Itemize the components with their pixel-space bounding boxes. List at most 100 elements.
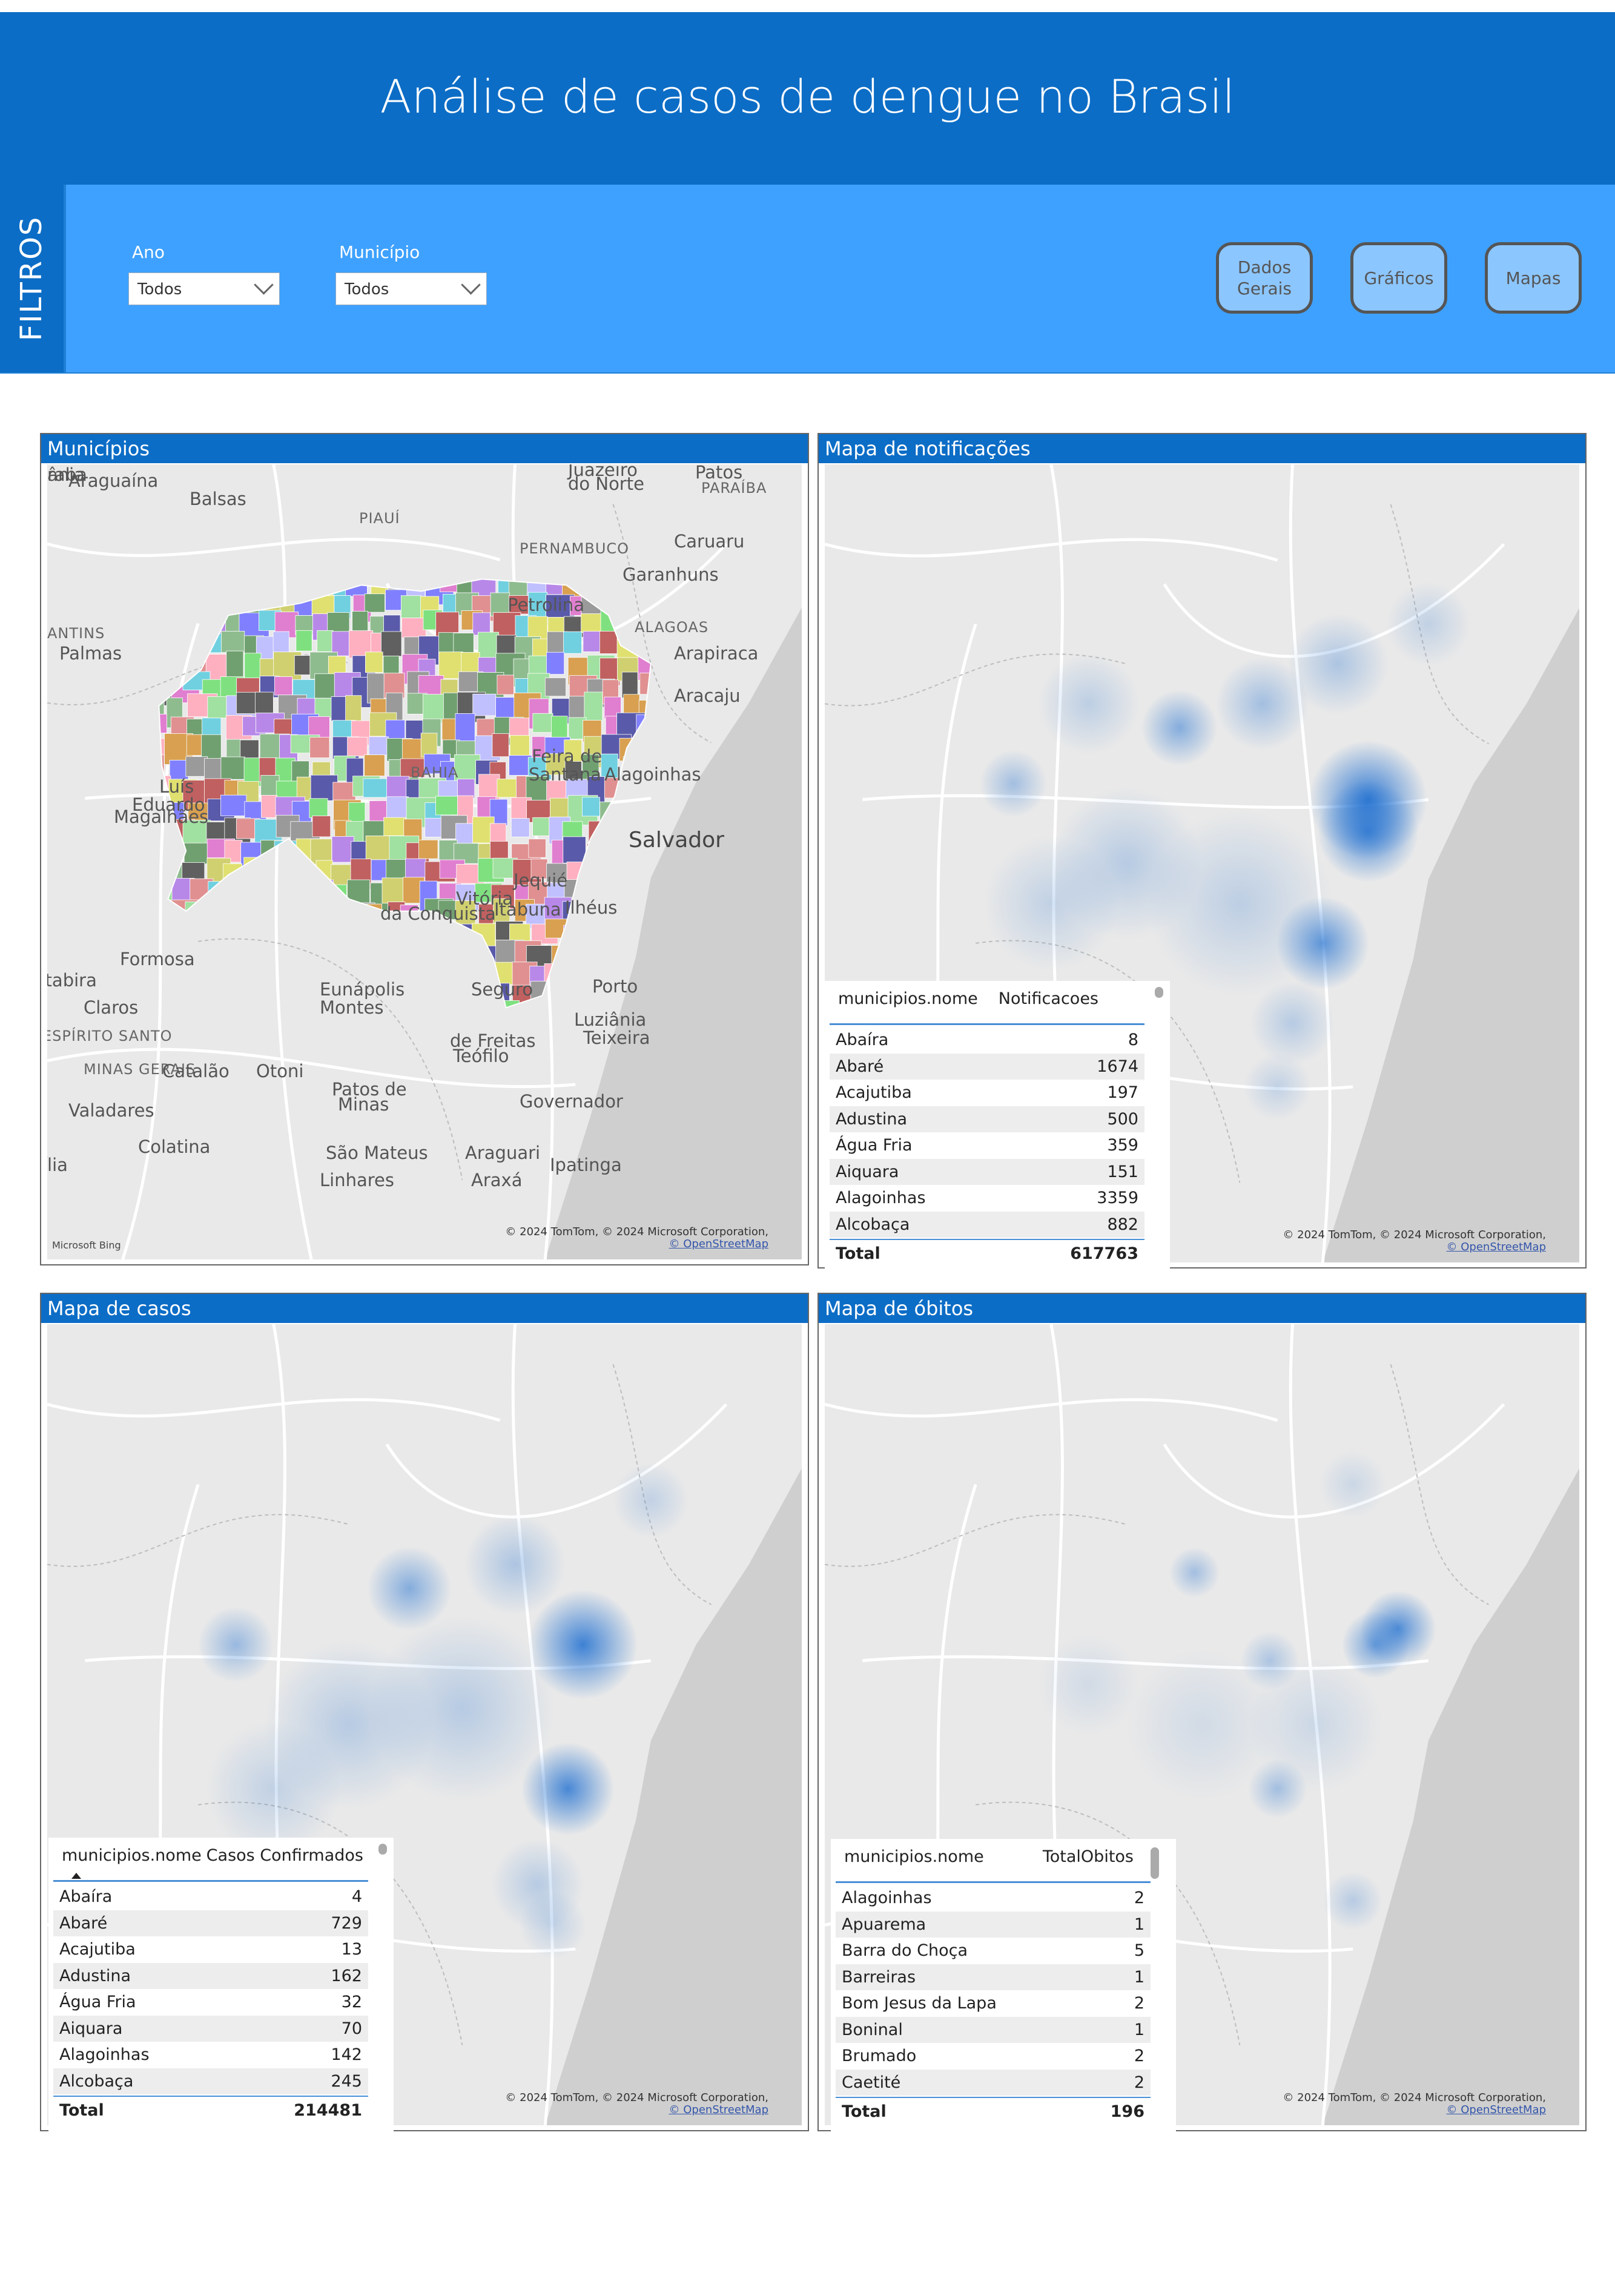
municipality-shape[interactable] [418, 839, 438, 859]
municipality-shape[interactable] [296, 630, 312, 652]
municipality-shape[interactable] [621, 671, 638, 698]
municipality-shape[interactable] [331, 836, 354, 863]
cases-table[interactable]: municipios.nome Casos Confirmados Abaíra… [48, 1838, 394, 2131]
municipality-shape[interactable] [381, 631, 402, 657]
table-row[interactable]: Acajutiba 197 [830, 1080, 1144, 1106]
table-row[interactable]: Alagoinhas 3359 [830, 1185, 1144, 1211]
municipality-shape[interactable] [383, 817, 406, 836]
municipality-shape[interactable] [563, 836, 586, 863]
municipality-shape[interactable] [544, 678, 566, 697]
municipality-shape[interactable] [309, 737, 330, 759]
table-row[interactable]: Alcobaça 245 [53, 2068, 368, 2094]
municipality-shape[interactable] [365, 652, 383, 673]
table-row[interactable]: Acajutiba 13 [53, 1936, 368, 1962]
column-header-value[interactable]: Casos Confirmados [206, 1846, 363, 1865]
municipality-shape[interactable] [220, 794, 247, 816]
table-row[interactable]: Alagoinhas 2 [836, 1885, 1151, 1911]
osm-link[interactable]: © OpenStreetMap [1283, 1241, 1546, 1254]
map-place-label: Balsas [190, 489, 246, 509]
osm-link[interactable]: © OpenStreetMap [1283, 2104, 1546, 2117]
nav-maps-button[interactable]: Mapas [1485, 242, 1582, 314]
municipality-shape[interactable] [221, 631, 245, 653]
year-dropdown[interactable]: Todos [128, 272, 280, 305]
municipality-shape[interactable] [332, 782, 356, 802]
municipality-shape[interactable] [532, 817, 551, 836]
table-row[interactable]: Apuarema 1 [836, 1911, 1151, 1938]
municipality-shape[interactable] [563, 631, 582, 654]
osm-link[interactable]: © OpenStreetMap [505, 2104, 768, 2117]
table-row[interactable]: Barra do Choça 5 [836, 1938, 1151, 1964]
table-row[interactable]: Caetité 2 [836, 2069, 1151, 2096]
municipality-shape[interactable] [546, 652, 565, 675]
table-scrollbar[interactable] [1155, 987, 1163, 998]
municipality-shape[interactable] [532, 713, 553, 733]
municipality-shape[interactable] [244, 653, 262, 682]
municipalities-map[interactable]: Araguaína Balsas PIAUÍ Juazeiro do Norte Pato… [47, 464, 802, 1259]
municipality-shape[interactable] [472, 612, 490, 636]
municipality-shape[interactable] [309, 798, 328, 818]
municipality-shape[interactable] [274, 676, 293, 696]
deaths-table[interactable]: municipios.nome TotalObitos Alagoinhas 2 A… [831, 1839, 1176, 2131]
municipality-shape[interactable] [347, 737, 368, 757]
table-row[interactable]: Alagoinhas 142 [53, 2042, 368, 2068]
municipality-shape[interactable] [401, 618, 426, 638]
municipality-shape[interactable] [477, 632, 499, 660]
table-row[interactable]: Água Fria 359 [830, 1132, 1144, 1158]
total-value: 214481 [294, 2101, 362, 2120]
map-place-label: Valadares [68, 1100, 154, 1121]
municipality-shape[interactable] [240, 739, 259, 759]
total-label: Total [59, 2101, 104, 2120]
municipality-shape[interactable] [364, 593, 385, 613]
table-row[interactable]: Abaíra 4 [53, 1884, 368, 1910]
osm-link[interactable]: © OpenStreetMap [505, 1238, 768, 1251]
table-scrollbar[interactable] [378, 1844, 387, 1855]
municipality-shape[interactable] [584, 691, 603, 722]
municipality-shape[interactable] [510, 818, 530, 837]
filters-tab[interactable]: FILTROS [0, 185, 66, 372]
table-row[interactable]: Boninal 1 [836, 2016, 1151, 2043]
table-row[interactable]: Brumado 2 [836, 2043, 1151, 2069]
table-row[interactable]: Abaíra 8 [830, 1027, 1144, 1053]
municipality-shape[interactable] [317, 630, 334, 652]
nav-general-data-button[interactable]: Dados Gerais [1216, 242, 1313, 314]
municipality-shape[interactable] [528, 839, 546, 858]
municipality-shape[interactable] [312, 816, 331, 837]
municipality-shape[interactable] [345, 695, 362, 722]
municipality-shape[interactable] [472, 693, 497, 716]
municipality-shape[interactable] [186, 734, 203, 756]
municipality-shape[interactable] [497, 675, 514, 695]
notifications-table[interactable]: municipios.nome Notificacoes Abaíra 8 Abar… [825, 981, 1170, 1272]
municipality-shape[interactable] [204, 758, 222, 782]
municipality-shape[interactable] [492, 733, 509, 757]
municipality-shape[interactable] [261, 795, 277, 818]
table-scrollbar[interactable] [1151, 1847, 1159, 1879]
municipality-shape[interactable] [368, 736, 389, 756]
column-header-value[interactable]: Notificacoes [999, 989, 1098, 1008]
municipality-dropdown[interactable]: Todos [335, 272, 487, 305]
column-header-value[interactable]: TotalObitos [1043, 1847, 1134, 1866]
municipality-shape[interactable] [386, 776, 409, 797]
municipality-shape[interactable] [420, 733, 438, 757]
municipality-shape[interactable] [183, 842, 208, 865]
municipality-shape[interactable] [478, 774, 500, 800]
table-row[interactable]: Aiquara 151 [830, 1158, 1144, 1185]
table-row[interactable]: Alcobaça 882 [830, 1211, 1144, 1238]
column-header-name[interactable]: municipios.nome [844, 1847, 984, 1866]
table-row[interactable]: Aiquara 70 [53, 2015, 368, 2042]
column-header-name[interactable]: municipios.nome [62, 1846, 202, 1865]
nav-charts-button[interactable]: Gráficos [1350, 242, 1447, 314]
column-header-name[interactable]: municipios.nome [838, 989, 978, 1008]
table-row[interactable]: Bom Jesus da Lapa 2 [836, 1990, 1151, 2016]
municipality-shape[interactable] [220, 756, 245, 780]
municipality-shape[interactable] [509, 718, 529, 738]
table-row[interactable]: Abaré 729 [53, 1910, 368, 1936]
municipality-shape[interactable] [363, 778, 388, 798]
table-row[interactable]: Adustina 500 [830, 1106, 1144, 1132]
table-row[interactable]: Barreiras 1 [836, 1964, 1151, 1990]
table-row[interactable]: Adustina 162 [53, 1962, 368, 1989]
table-row[interactable]: Água Fria 32 [53, 1989, 368, 2015]
municipality-shape[interactable] [364, 754, 385, 776]
municipality-shape[interactable] [226, 650, 244, 678]
municipality-shape[interactable] [582, 797, 600, 817]
table-row[interactable]: Abaré 1674 [830, 1053, 1144, 1080]
